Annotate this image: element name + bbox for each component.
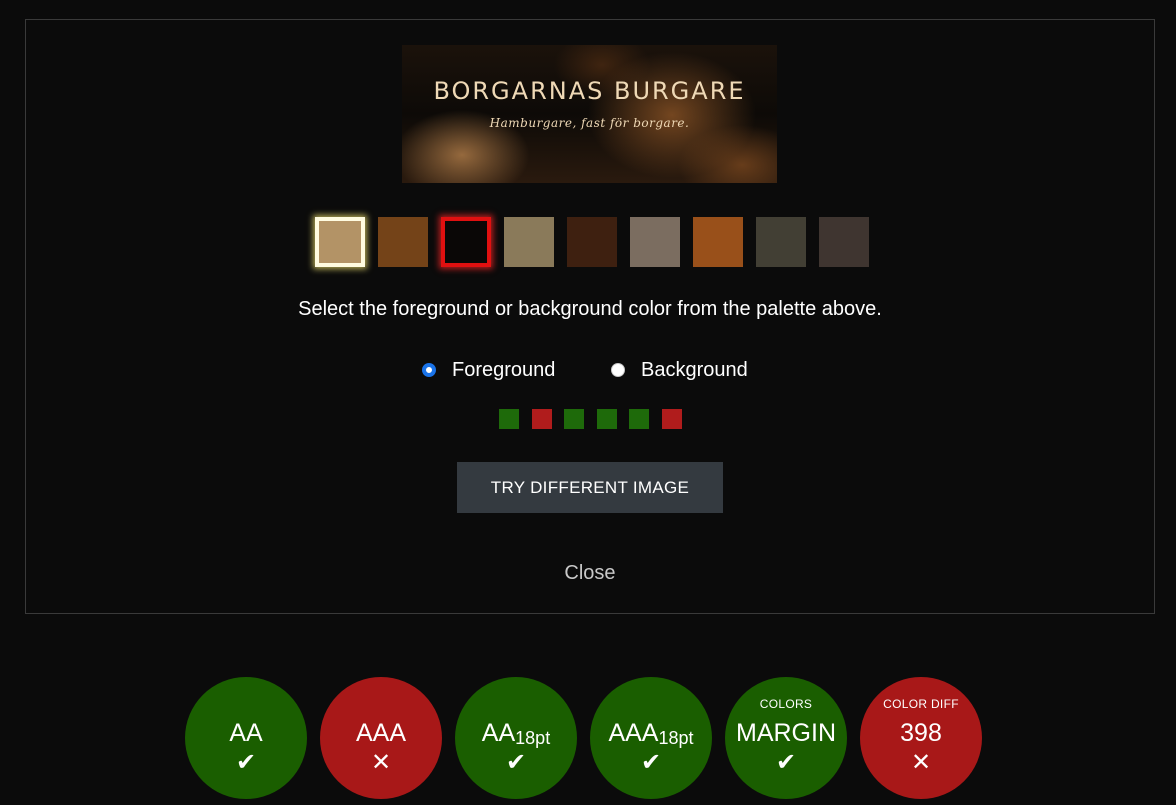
palette-swatch-3[interactable]: [441, 217, 491, 267]
contrast-indicator: [662, 409, 682, 429]
check-icon: ✔: [505, 749, 527, 776]
sample-image: BORGARNAS BURGARE Hamburgare, fast för b…: [402, 45, 777, 183]
badge-main-label: AAA: [320, 719, 442, 748]
badge-sub-text: 18pt: [515, 728, 551, 748]
palette-swatch-1[interactable]: [315, 217, 365, 267]
palette-swatch-6[interactable]: [630, 217, 680, 267]
color-palette: [315, 217, 875, 269]
check-icon: ✔: [775, 749, 797, 776]
contrast-indicator: [564, 409, 585, 429]
cross-icon: ✕: [370, 749, 392, 776]
badge-main-label: AA18pt: [455, 719, 577, 749]
palette-swatch-2[interactable]: [378, 217, 428, 267]
badge-main-text: AA: [229, 719, 263, 747]
banner-tagline: Hamburgare, fast för borgare.: [489, 116, 690, 130]
foreground-radio-option[interactable]: Foreground: [422, 357, 555, 383]
result-badge-aaa-18pt: AAA18pt ✔: [590, 677, 712, 799]
result-badge-color-diff: COLOR DIFF 398 ✕: [860, 677, 982, 799]
badge-main-text: AA: [481, 719, 516, 747]
palette-instructions: Select the foreground or background colo…: [298, 298, 882, 320]
badge-top-label: COLORS: [759, 697, 813, 711]
foreground-radio[interactable]: [422, 363, 436, 377]
color-target-radio-group: Foreground Background: [422, 357, 782, 383]
badge-main-label: AAA18pt: [590, 719, 712, 749]
check-icon: ✔: [640, 749, 662, 776]
badge-main-label: MARGIN: [725, 719, 847, 748]
badge-main-text: MARGIN: [736, 719, 836, 747]
badge-main-text: AAA: [608, 719, 659, 747]
banner-title: BORGARNAS BURGARE: [433, 77, 746, 105]
badge-main-label: AA: [185, 719, 307, 748]
background-radio[interactable]: [611, 363, 625, 377]
result-badge-colors-margin: COLORS MARGIN ✔: [725, 677, 847, 799]
contrast-indicators: [499, 409, 699, 429]
check-icon: ✔: [235, 749, 257, 776]
contrast-indicator: [629, 409, 650, 429]
color-picker-panel: BORGARNAS BURGARE Hamburgare, fast för b…: [25, 19, 1155, 614]
cross-icon: ✕: [910, 749, 932, 776]
palette-swatch-4[interactable]: [504, 217, 554, 267]
foreground-radio-label: Foreground: [452, 358, 556, 381]
badge-sub-text: 18pt: [658, 728, 694, 748]
palette-swatch-8[interactable]: [756, 217, 806, 267]
contrast-indicator: [531, 409, 552, 429]
background-radio-option[interactable]: Background: [611, 357, 748, 383]
result-badge-aa: AA ✔: [185, 677, 307, 799]
contrast-indicator: [596, 409, 617, 429]
result-badge-aaa: AAA ✕: [320, 677, 442, 799]
try-different-image-button[interactable]: TRY DIFFERENT IMAGE: [457, 462, 723, 513]
badge-main-text: AAA: [355, 719, 407, 747]
badge-main-text: 398: [900, 719, 942, 747]
badge-main-label: 398: [860, 719, 982, 748]
palette-swatch-7[interactable]: [693, 217, 743, 267]
palette-swatch-9[interactable]: [819, 217, 869, 267]
palette-swatch-5[interactable]: [567, 217, 617, 267]
contrast-indicator: [499, 409, 519, 429]
close-link[interactable]: Close: [26, 562, 1154, 585]
badge-top-label: COLOR DIFF: [883, 697, 959, 711]
result-badge-aa-18pt: AA18pt ✔: [455, 677, 577, 799]
background-radio-label: Background: [641, 358, 748, 381]
contrast-results: AA ✔ AAA ✕ AA18pt ✔ AAA18pt ✔ COLORS MAR…: [185, 677, 985, 805]
